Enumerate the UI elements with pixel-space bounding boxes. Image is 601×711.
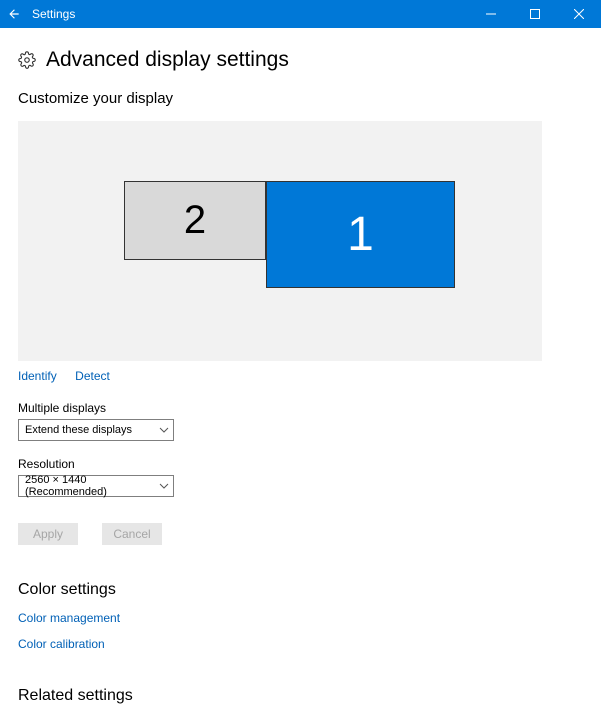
monitor-2[interactable]: 2 <box>124 181 266 260</box>
chevron-down-icon <box>159 481 169 491</box>
chevron-down-icon <box>159 425 169 435</box>
back-arrow-icon <box>7 7 21 21</box>
close-button[interactable] <box>557 0 601 28</box>
resolution-value: 2560 × 1440 (Recommended) <box>25 474 155 498</box>
monitor-1-label: 1 <box>347 207 374 262</box>
page-title: Advanced display settings <box>46 48 289 72</box>
cancel-button[interactable]: Cancel <box>102 523 162 545</box>
identify-detect-row: Identify Detect <box>18 367 583 385</box>
window-titlebar: Settings <box>0 0 601 28</box>
multiple-displays-value: Extend these displays <box>25 424 132 436</box>
customize-heading: Customize your display <box>18 90 583 107</box>
multiple-displays-dropdown[interactable]: Extend these displays <box>18 419 174 441</box>
gear-icon <box>18 51 36 69</box>
apply-cancel-row: Apply Cancel <box>18 523 583 545</box>
minimize-icon <box>486 9 496 19</box>
window-title: Settings <box>28 7 75 21</box>
page-content: Advanced display settings Customize your… <box>0 28 601 711</box>
close-icon <box>574 9 584 19</box>
identify-link[interactable]: Identify <box>18 369 57 383</box>
monitor-1[interactable]: 1 <box>266 181 455 288</box>
related-settings-title: Related settings <box>18 687 583 705</box>
maximize-button[interactable] <box>513 0 557 28</box>
color-settings-title: Color settings <box>18 581 583 599</box>
maximize-icon <box>530 9 540 19</box>
detect-link[interactable]: Detect <box>75 369 110 383</box>
color-management-link[interactable]: Color management <box>18 611 583 625</box>
display-arrangement-canvas[interactable]: 2 1 <box>18 121 542 361</box>
color-calibration-link[interactable]: Color calibration <box>18 637 583 651</box>
apply-button[interactable]: Apply <box>18 523 78 545</box>
resolution-label: Resolution <box>18 457 583 471</box>
back-button[interactable] <box>0 0 28 28</box>
titlebar-left: Settings <box>0 0 75 28</box>
monitor-2-label: 2 <box>184 198 206 243</box>
multiple-displays-label: Multiple displays <box>18 401 583 415</box>
resolution-dropdown[interactable]: 2560 × 1440 (Recommended) <box>18 475 174 497</box>
page-header: Advanced display settings <box>18 48 583 72</box>
minimize-button[interactable] <box>469 0 513 28</box>
